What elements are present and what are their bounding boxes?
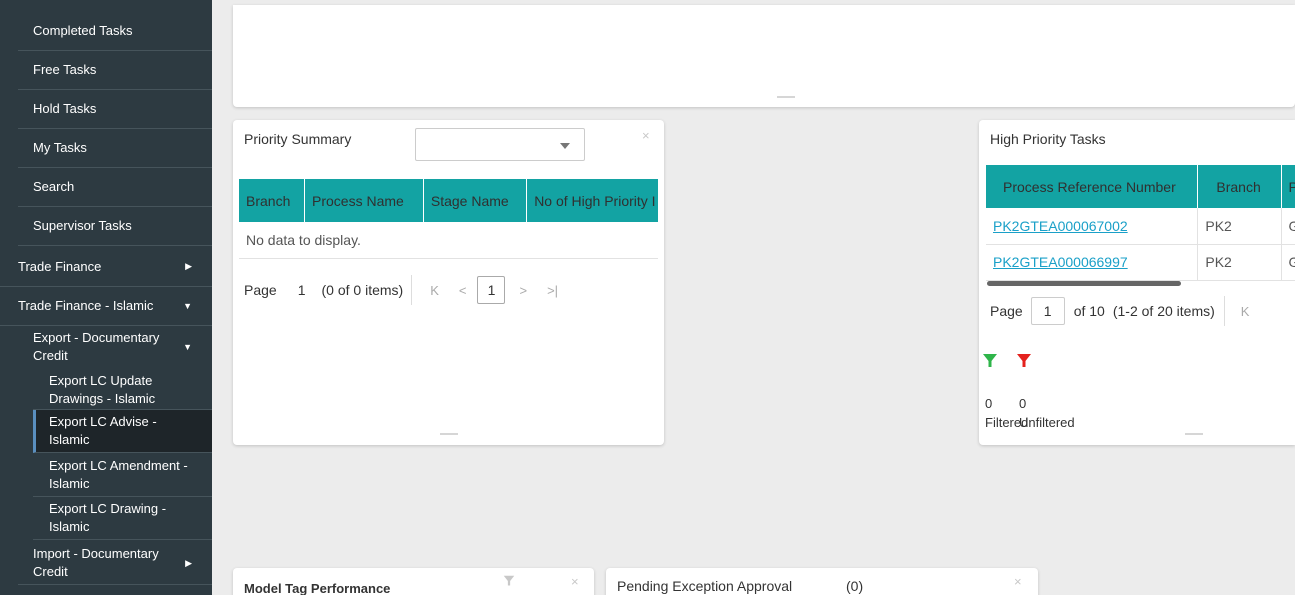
close-icon[interactable]: × bbox=[571, 574, 579, 589]
sidebar-item-label: Search bbox=[33, 179, 75, 194]
current-page-box[interactable]: 1 bbox=[477, 276, 506, 304]
sidebar-item-export-lc-update-drawings[interactable]: Export LC Update Drawings - Islamic bbox=[33, 370, 212, 410]
page-label: Page bbox=[244, 282, 277, 298]
horizontal-scrollbar[interactable] bbox=[987, 281, 1181, 286]
process-cell: Gu bbox=[1281, 208, 1295, 245]
items-count: (1-2 of 20 items) bbox=[1112, 303, 1215, 319]
unfiltered-count: 0 bbox=[1019, 396, 1027, 411]
items-count: (0 of 0 items) bbox=[321, 282, 404, 298]
top-panel bbox=[233, 5, 1295, 107]
sidebar-item-label: Trade Finance bbox=[18, 258, 102, 274]
sidebar-item-export-lc-drawing[interactable]: Export LC Drawing - Islamic bbox=[33, 497, 212, 540]
sidebar-item-completed-tasks[interactable]: Completed Tasks bbox=[18, 12, 212, 51]
caret-down-icon bbox=[560, 143, 570, 149]
chevron-down-icon: ▼ bbox=[183, 301, 192, 311]
sidebar-item-export-lc-advise[interactable]: Export LC Advise - Islamic bbox=[33, 410, 212, 453]
process-reference-link[interactable]: PK2GTEA000067002 bbox=[993, 218, 1128, 234]
divider bbox=[411, 275, 413, 305]
table-row[interactable]: PK2GTEA000067002 PK2 Gu bbox=[986, 208, 1295, 245]
page-number: 1 bbox=[297, 282, 306, 298]
column-header[interactable]: P bbox=[1281, 165, 1295, 208]
unfiltered-funnel-icon[interactable] bbox=[1016, 353, 1032, 374]
process-cell: Gu bbox=[1281, 244, 1295, 281]
high-priority-table: Process Reference Number Branch P PK2GTE… bbox=[986, 165, 1295, 281]
high-priority-pager: Page 1 of 10 (1-2 of 20 items) K bbox=[990, 296, 1249, 326]
chevron-right-icon: ▶ bbox=[185, 261, 192, 271]
page-total: of 10 bbox=[1073, 303, 1105, 319]
sidebar-item-label: Import - Documentary Credit bbox=[33, 546, 159, 579]
resize-handle[interactable] bbox=[1185, 433, 1203, 435]
chevron-right-icon: ▶ bbox=[185, 557, 192, 568]
sidebar-item-label: Export LC Update Drawings - Islamic bbox=[49, 372, 156, 406]
resize-handle[interactable] bbox=[440, 433, 458, 435]
sidebar-item-free-tasks[interactable]: Free Tasks bbox=[18, 51, 212, 90]
unfiltered-label: Unfiltered bbox=[1019, 415, 1075, 430]
column-header[interactable]: Branch bbox=[239, 179, 305, 222]
sidebar-item-search[interactable]: Search bbox=[18, 168, 212, 207]
sidebar-item-label: Hold Tasks bbox=[33, 101, 97, 116]
sidebar: Completed Tasks Free Tasks Hold Tasks My… bbox=[0, 0, 212, 595]
sidebar-item-label: Export LC Advise - Islamic bbox=[49, 414, 157, 447]
column-header[interactable]: Process Reference Number bbox=[986, 165, 1199, 208]
sidebar-item-export-lc-amendment[interactable]: Export LC Amendment - Islamic bbox=[33, 453, 212, 497]
sidebar-item-my-tasks[interactable]: My Tasks bbox=[18, 129, 212, 168]
column-header[interactable]: Branch bbox=[1197, 165, 1282, 208]
sidebar-item-import-documentary-credit[interactable]: Import - Documentary Credit ▶ bbox=[18, 542, 212, 585]
priority-summary-panel: Priority Summary × Branch Process Name S… bbox=[233, 120, 664, 445]
pending-count: (0) bbox=[846, 578, 864, 594]
panel-title: Model Tag Performance bbox=[244, 581, 391, 595]
sidebar-item-label: My Tasks bbox=[33, 140, 87, 155]
sidebar-item-label: Export - Documentary Credit bbox=[33, 329, 160, 363]
sidebar-item-export-documentary-credit[interactable]: Export - Documentary Credit ▼ bbox=[18, 326, 212, 367]
pending-exception-approval-panel: Pending Exception Approval (0) × bbox=[606, 568, 1038, 595]
priority-summary-table: Branch Process Name Stage Name No of Hig… bbox=[239, 179, 658, 259]
next-page-icon[interactable]: > bbox=[519, 283, 527, 298]
column-header[interactable]: No of High Priority I bbox=[526, 179, 658, 222]
sidebar-item-trade-finance[interactable]: Trade Finance ▶ bbox=[0, 247, 212, 287]
page-input[interactable]: 1 bbox=[1030, 297, 1065, 325]
sidebar-item-label: Completed Tasks bbox=[33, 23, 133, 38]
priority-summary-pager: Page 1 (0 of 0 items) K < 1 > >| bbox=[244, 275, 558, 305]
chevron-down-icon: ▼ bbox=[183, 341, 192, 352]
page-label: Page bbox=[990, 303, 1023, 319]
process-reference-link[interactable]: PK2GTEA000066997 bbox=[993, 254, 1128, 270]
sidebar-item-supervisor-tasks[interactable]: Supervisor Tasks bbox=[18, 207, 212, 246]
model-tag-performance-panel: Model Tag Performance × bbox=[233, 568, 594, 595]
high-priority-table-wrap: Process Reference Number Branch P PK2GTE… bbox=[986, 165, 1295, 281]
sidebar-item-label: Export LC Drawing - Islamic bbox=[49, 501, 167, 534]
high-priority-tasks-panel: High Priority Tasks Process Reference Nu… bbox=[979, 120, 1295, 445]
empty-message: No data to display. bbox=[239, 222, 658, 259]
divider bbox=[1223, 296, 1225, 326]
sidebar-item-label: Free Tasks bbox=[33, 62, 97, 77]
column-header[interactable]: Stage Name bbox=[423, 179, 528, 222]
sidebar-item-label: Trade Finance - Islamic bbox=[18, 298, 154, 313]
prev-page-icon[interactable]: < bbox=[459, 283, 467, 298]
filtered-count: 0 bbox=[985, 396, 993, 411]
close-icon[interactable]: × bbox=[1014, 574, 1022, 589]
sidebar-item-hold-tasks[interactable]: Hold Tasks bbox=[18, 90, 212, 129]
first-page-icon[interactable]: K bbox=[1241, 304, 1250, 319]
last-page-icon[interactable]: >| bbox=[547, 283, 558, 298]
branch-cell: PK2 bbox=[1197, 244, 1282, 281]
sidebar-item-label: Supervisor Tasks bbox=[33, 218, 132, 233]
panel-title: Priority Summary bbox=[244, 131, 352, 147]
branch-cell: PK2 bbox=[1197, 208, 1282, 245]
sidebar-item-label: Export LC Amendment - Islamic bbox=[49, 457, 188, 491]
filter-icon[interactable] bbox=[503, 574, 515, 592]
panel-title: High Priority Tasks bbox=[990, 131, 1106, 147]
close-icon[interactable]: × bbox=[642, 128, 650, 143]
priority-summary-table-wrap: Branch Process Name Stage Name No of Hig… bbox=[239, 179, 658, 259]
priority-summary-select[interactable] bbox=[415, 128, 585, 161]
filtered-funnel-icon[interactable] bbox=[982, 353, 998, 374]
column-header[interactable]: Process Name bbox=[304, 179, 424, 222]
table-row[interactable]: PK2GTEA000066997 PK2 Gu bbox=[986, 244, 1295, 281]
resize-handle[interactable] bbox=[777, 96, 795, 98]
panel-title: Pending Exception Approval bbox=[617, 578, 793, 594]
sidebar-item-trade-finance-islamic[interactable]: Trade Finance - Islamic ▼ bbox=[0, 287, 212, 326]
first-page-icon[interactable]: K bbox=[430, 283, 439, 298]
